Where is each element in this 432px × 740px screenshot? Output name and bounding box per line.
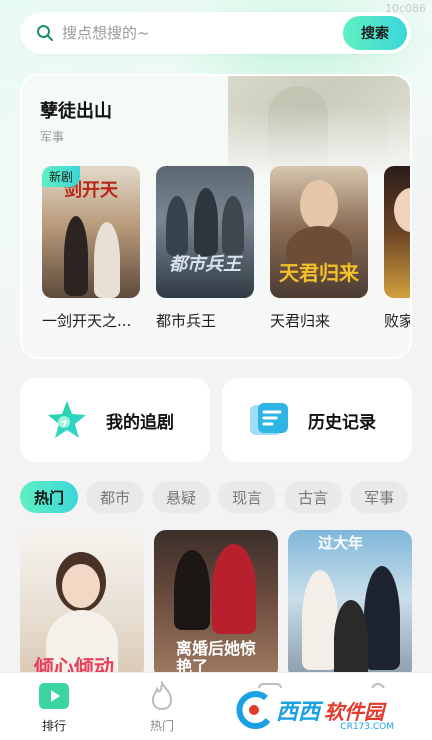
drama-item[interactable]: 剑开天 新剧 一剑开天之... bbox=[42, 166, 140, 331]
drama-item[interactable]: 都市兵王 都市兵王 bbox=[156, 166, 254, 331]
search-button[interactable]: 搜索 bbox=[343, 16, 407, 50]
search-bar[interactable]: 搜索 bbox=[20, 12, 411, 54]
nav-label: 热门 bbox=[149, 719, 174, 733]
history-button[interactable]: 历史记录 bbox=[222, 378, 412, 462]
drama-card-title: 离婚后她惊艳了 bbox=[176, 639, 257, 676]
nav-label: 排行 bbox=[41, 719, 66, 733]
drama-item[interactable]: 天君归来 天君归来 bbox=[270, 166, 368, 331]
drama-card[interactable]: 离婚后她惊艳了 bbox=[154, 530, 278, 680]
poster-title-text: 天君归来 bbox=[279, 261, 359, 285]
drama-grid: 倾心倾动 离婚后她惊艳了 过大年 bbox=[20, 530, 412, 680]
logo-text-secondary: 软件园 bbox=[324, 699, 385, 724]
poster-title-text: 都市兵王 bbox=[169, 254, 241, 275]
drama-card[interactable]: 倾心倾动 bbox=[20, 530, 144, 680]
drama-card[interactable]: 过大年 bbox=[288, 530, 412, 680]
logo-text: 西西 bbox=[276, 700, 321, 725]
featured-card[interactable]: 孽徒出山 军事 剑开天 新剧 一剑开天之... 都市兵王 都市兵王 天君归来 天… bbox=[20, 74, 412, 359]
nav-ranking[interactable]: 排行 bbox=[0, 673, 108, 740]
my-follow-button[interactable]: 我的追剧 bbox=[20, 378, 210, 462]
flame-icon bbox=[151, 681, 173, 711]
nav-hot[interactable]: 热门 bbox=[108, 673, 216, 740]
drama-name: 都市兵王 bbox=[156, 312, 217, 330]
featured-genre: 军事 bbox=[40, 130, 65, 144]
drama-poster[interactable]: 都市兵王 bbox=[156, 166, 254, 298]
drama-poster[interactable]: 剑开天 新剧 bbox=[42, 166, 140, 298]
tab-hot[interactable]: 热门 bbox=[20, 481, 79, 513]
play-icon bbox=[39, 683, 69, 709]
featured-drama-list: 剑开天 新剧 一剑开天之... 都市兵王 都市兵王 天君归来 天君归来 败家 bbox=[42, 166, 412, 331]
tab-ancient-romance[interactable]: 古言 bbox=[284, 481, 343, 513]
drama-poster[interactable]: 天君归来 bbox=[270, 166, 368, 298]
site-logo-watermark: 西西 软件园 CR173.COM bbox=[232, 688, 412, 732]
drama-item[interactable]: 败家 bbox=[384, 166, 412, 331]
drama-card-title: 过大年 bbox=[318, 534, 364, 552]
star-icon bbox=[48, 401, 86, 438]
my-follow-label: 我的追剧 bbox=[106, 412, 174, 433]
tab-military[interactable]: 军事 bbox=[350, 481, 409, 513]
search-input[interactable] bbox=[62, 24, 332, 42]
logo-mark-icon bbox=[236, 691, 271, 730]
tab-urban[interactable]: 都市 bbox=[86, 481, 145, 513]
tab-suspense[interactable]: 悬疑 bbox=[152, 481, 211, 513]
category-tabs: 热门 都市 悬疑 现言 古言 军事 bbox=[20, 481, 409, 513]
search-icon bbox=[37, 25, 53, 41]
new-badge: 新剧 bbox=[42, 166, 81, 187]
tab-modern-romance[interactable]: 现言 bbox=[218, 481, 277, 513]
drama-name: 败家 bbox=[384, 312, 412, 330]
drama-poster[interactable] bbox=[384, 166, 410, 298]
history-label: 历史记录 bbox=[308, 412, 376, 433]
featured-title: 孽徒出山 bbox=[40, 101, 112, 122]
drama-name: 天君归来 bbox=[270, 312, 331, 330]
logo-url: CR173.COM bbox=[340, 722, 394, 732]
drama-name: 一剑开天之... bbox=[42, 312, 132, 330]
history-icon bbox=[250, 403, 288, 435]
